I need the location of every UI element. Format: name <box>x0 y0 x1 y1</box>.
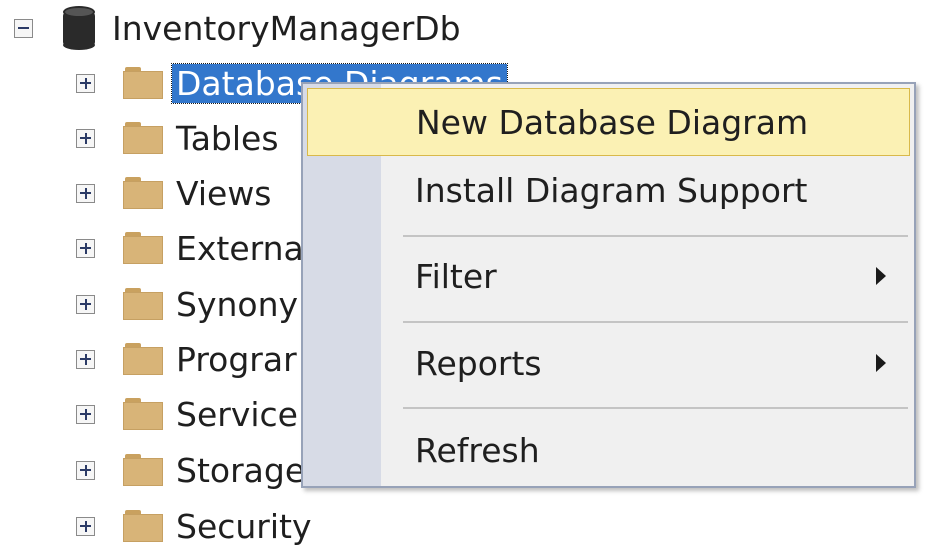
submenu-arrow-icon <box>876 267 886 285</box>
expand-icon[interactable] <box>76 73 95 93</box>
submenu-arrow-icon <box>876 354 886 372</box>
folder-icon <box>123 177 163 209</box>
folder-icon <box>123 343 163 375</box>
folder-icon <box>123 67 163 99</box>
menu-item-new-database-diagram[interactable]: New Database Diagram <box>307 88 910 156</box>
menu-item-reports[interactable]: Reports <box>307 329 910 397</box>
tree-node-service-broker[interactable]: Service <box>76 386 298 442</box>
tree-label: Externa <box>176 228 304 268</box>
folder-icon <box>123 232 163 264</box>
menu-item-label: Refresh <box>415 430 540 470</box>
folder-icon <box>123 454 163 486</box>
context-menu: New Database Diagram Install Diagram Sup… <box>301 82 916 488</box>
tree-label: Views <box>176 173 272 213</box>
expand-icon[interactable] <box>76 238 95 258</box>
menu-item-label: New Database Diagram <box>416 102 809 142</box>
menu-item-install-diagram-support[interactable]: Install Diagram Support <box>307 156 910 224</box>
collapse-icon[interactable] <box>14 18 33 38</box>
folder-icon <box>123 288 163 320</box>
expand-icon[interactable] <box>76 294 95 314</box>
tree-node-external[interactable]: Externa <box>76 220 304 276</box>
menu-separator <box>403 407 908 409</box>
tree-label: Tables <box>176 118 279 158</box>
expand-icon[interactable] <box>76 128 95 148</box>
tree-node-root[interactable]: InventoryManagerDb <box>14 0 461 56</box>
expand-icon[interactable] <box>76 183 95 203</box>
tree-label: Synony <box>176 284 299 324</box>
tree-label: Prograr <box>176 339 297 379</box>
menu-item-label: Reports <box>415 343 542 383</box>
expand-icon[interactable] <box>76 349 95 369</box>
folder-icon <box>123 510 163 542</box>
menu-item-label: Filter <box>415 256 497 296</box>
expand-icon[interactable] <box>76 460 95 480</box>
menu-separator <box>403 321 908 323</box>
menu-item-filter[interactable]: Filter <box>307 242 910 310</box>
root-label: InventoryManagerDb <box>112 8 461 48</box>
tree-node-storage[interactable]: Storage <box>76 442 305 498</box>
menu-separator <box>403 235 908 237</box>
tree-node-security[interactable]: Security <box>76 498 312 554</box>
menu-item-refresh[interactable]: Refresh <box>307 416 910 484</box>
folder-icon <box>123 398 163 430</box>
tree-node-views[interactable]: Views <box>76 165 272 221</box>
expand-icon[interactable] <box>76 404 95 424</box>
menu-item-label: Install Diagram Support <box>415 170 808 210</box>
tree-node-programmability[interactable]: Prograr <box>76 331 297 387</box>
tree-node-synonyms[interactable]: Synony <box>76 276 298 332</box>
tree-label: Service <box>176 394 298 434</box>
tree-label: Storage <box>176 450 306 490</box>
tree-node-tables[interactable]: Tables <box>76 110 279 166</box>
expand-icon[interactable] <box>76 516 95 536</box>
folder-icon <box>123 122 163 154</box>
database-icon <box>59 6 99 50</box>
tree-label: Security <box>176 506 312 546</box>
